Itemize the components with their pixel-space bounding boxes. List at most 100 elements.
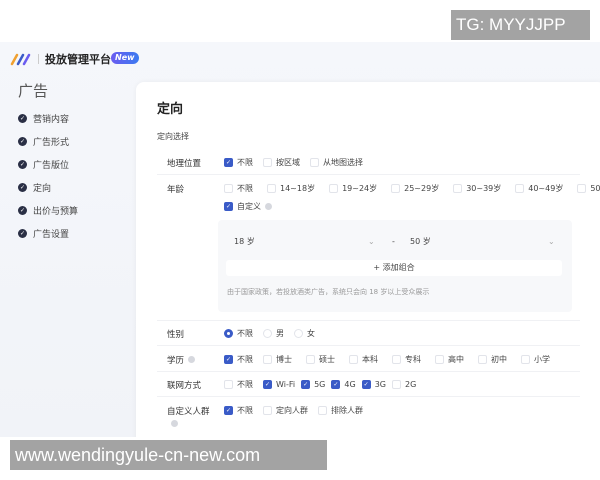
geo-option[interactable]: ✓ 不限	[224, 157, 253, 168]
option-label: 男	[276, 329, 284, 338]
option-label: Wi-Fi	[276, 380, 296, 389]
checkbox-checked-icon: ✓	[263, 380, 272, 389]
network-option[interactable]: ✓ 5G	[301, 380, 325, 389]
checkbox-checked-icon: ✓	[224, 406, 233, 415]
option-label: 不限	[237, 329, 253, 338]
radio-icon	[224, 329, 233, 338]
education-option[interactable]: ✓ 不限	[224, 354, 253, 365]
age-option[interactable]: 不限	[224, 183, 253, 194]
checkbox-icon	[391, 380, 401, 389]
divider	[157, 174, 580, 175]
sidebar-item-label: 定向	[33, 184, 52, 194]
option-label: 不限	[237, 380, 253, 389]
check-circle-icon: ✓	[18, 160, 27, 169]
checkbox-icon	[391, 184, 401, 193]
age-option[interactable]: 30~39岁	[453, 183, 501, 194]
option-label: 不限	[237, 184, 253, 193]
option-label: 高中	[448, 355, 464, 364]
education-label: 学历	[167, 354, 196, 366]
audience-option[interactable]: ✓ 不限	[224, 405, 253, 416]
checkbox-checked-icon: ✓	[224, 158, 233, 167]
gender-option[interactable]: 女	[294, 328, 315, 339]
help-icon[interactable]	[171, 420, 178, 427]
age-option[interactable]: 14~18岁	[267, 183, 315, 194]
option-label: 25~29岁	[404, 184, 440, 193]
network-option[interactable]: ✓ Wi-Fi	[263, 380, 295, 389]
checkbox-icon	[521, 355, 530, 364]
checkbox-icon	[435, 355, 444, 364]
option-label: 本科	[362, 355, 378, 364]
option-label: 2G	[404, 380, 417, 389]
divider	[157, 320, 580, 321]
education-option[interactable]: 博士	[263, 354, 292, 365]
age-option[interactable]: 40~49岁	[515, 183, 563, 194]
education-option[interactable]: 本科	[349, 354, 378, 365]
page-title: 定向	[157, 102, 184, 117]
sidebar-item[interactable]: ✓ 广告版位	[18, 158, 69, 171]
option-label: 14~18岁	[280, 184, 316, 193]
audience-label: 自定义人群	[167, 407, 210, 417]
audience-option[interactable]: 排除人群	[318, 405, 363, 416]
checkbox-checked-icon: ✓	[361, 380, 371, 389]
sidebar-item[interactable]: ✓ 营销内容	[18, 112, 69, 125]
age-to-select[interactable]: 50 岁	[410, 234, 431, 250]
geo-option[interactable]: 从地图选择	[310, 157, 363, 168]
network-label: 联网方式	[167, 381, 202, 391]
checkbox-icon	[453, 184, 463, 193]
audience-option[interactable]: 定向人群	[263, 405, 308, 416]
age-custom-checkbox[interactable]: ✓ 自定义	[224, 201, 272, 212]
education-option[interactable]: 小学	[521, 354, 550, 365]
checkbox-checked-icon: ✓	[224, 355, 233, 364]
check-circle-icon: ✓	[18, 137, 27, 146]
checkbox-checked-icon: ✓	[331, 380, 341, 389]
option-label: 按区域	[276, 158, 300, 167]
option-label: 硕士	[319, 355, 335, 364]
age-option[interactable]: 25~29岁	[391, 183, 439, 194]
sidebar-item[interactable]: ✓ 定向	[18, 181, 51, 194]
divider	[157, 345, 580, 346]
network-option[interactable]: ✓ 3G	[361, 380, 386, 389]
gender-label: 性别	[167, 330, 185, 340]
gender-option[interactable]: 男	[263, 328, 284, 339]
sidebar-item[interactable]: ✓ 广告设置	[18, 227, 69, 240]
help-icon[interactable]	[188, 356, 196, 363]
sidebar-item[interactable]: ✓ 广告形式	[18, 135, 69, 148]
watermark-bottom: www.wendingyule-cn-new.com	[10, 440, 327, 470]
sidebar-item[interactable]: ✓ 出价与预算	[18, 204, 78, 217]
checkbox-icon	[263, 158, 272, 167]
age-option[interactable]: 19~24岁	[329, 183, 377, 194]
checkbox-icon	[515, 184, 525, 193]
age-from-select[interactable]: 18 岁	[234, 234, 255, 250]
education-option[interactable]: 专科	[392, 354, 421, 365]
education-option[interactable]: 初中	[478, 354, 507, 365]
checkbox-checked-icon: ✓	[224, 202, 233, 211]
checkbox-checked-icon: ✓	[301, 380, 311, 389]
radio-icon	[263, 329, 272, 338]
age-option[interactable]: 50岁及以上	[577, 183, 600, 194]
option-label: 19~24岁	[342, 184, 378, 193]
option-label: 4G	[344, 380, 356, 389]
option-label: 排除人群	[331, 406, 363, 415]
checkbox-icon	[478, 355, 487, 364]
option-label: 自定义	[237, 202, 261, 211]
option-label: 50岁及以上	[590, 184, 600, 193]
section-title: 定向选择	[157, 132, 189, 141]
education-option[interactable]: 硕士	[306, 354, 335, 365]
app: 投放管理平台 New 广告 ✓ 营销内容 ✓ 广告形式 ✓ 广告版位 ✓ 定向 ✓ 出价与预算 ✓ 广…	[0, 42, 600, 437]
network-option[interactable]: ✓ 4G	[331, 380, 356, 389]
geo-option[interactable]: 按区域	[263, 157, 300, 168]
education-option[interactable]: 高中	[435, 354, 464, 365]
option-label: 3G	[374, 380, 386, 389]
network-option[interactable]: 不限	[224, 379, 253, 390]
age-label: 年龄	[167, 185, 185, 195]
add-combination-button[interactable]: + 添加组合	[226, 260, 562, 276]
sidebar-title: 广告	[18, 82, 49, 100]
watermark-top: TG: MYYJJPP	[451, 10, 590, 40]
gender-option[interactable]: 不限	[224, 328, 253, 339]
divider	[157, 371, 580, 372]
network-option[interactable]: 2G	[391, 380, 417, 389]
option-label: 40~49岁	[528, 184, 564, 193]
check-circle-icon: ✓	[18, 229, 27, 238]
option-label: 定向人群	[276, 406, 308, 415]
help-icon[interactable]	[265, 203, 272, 210]
